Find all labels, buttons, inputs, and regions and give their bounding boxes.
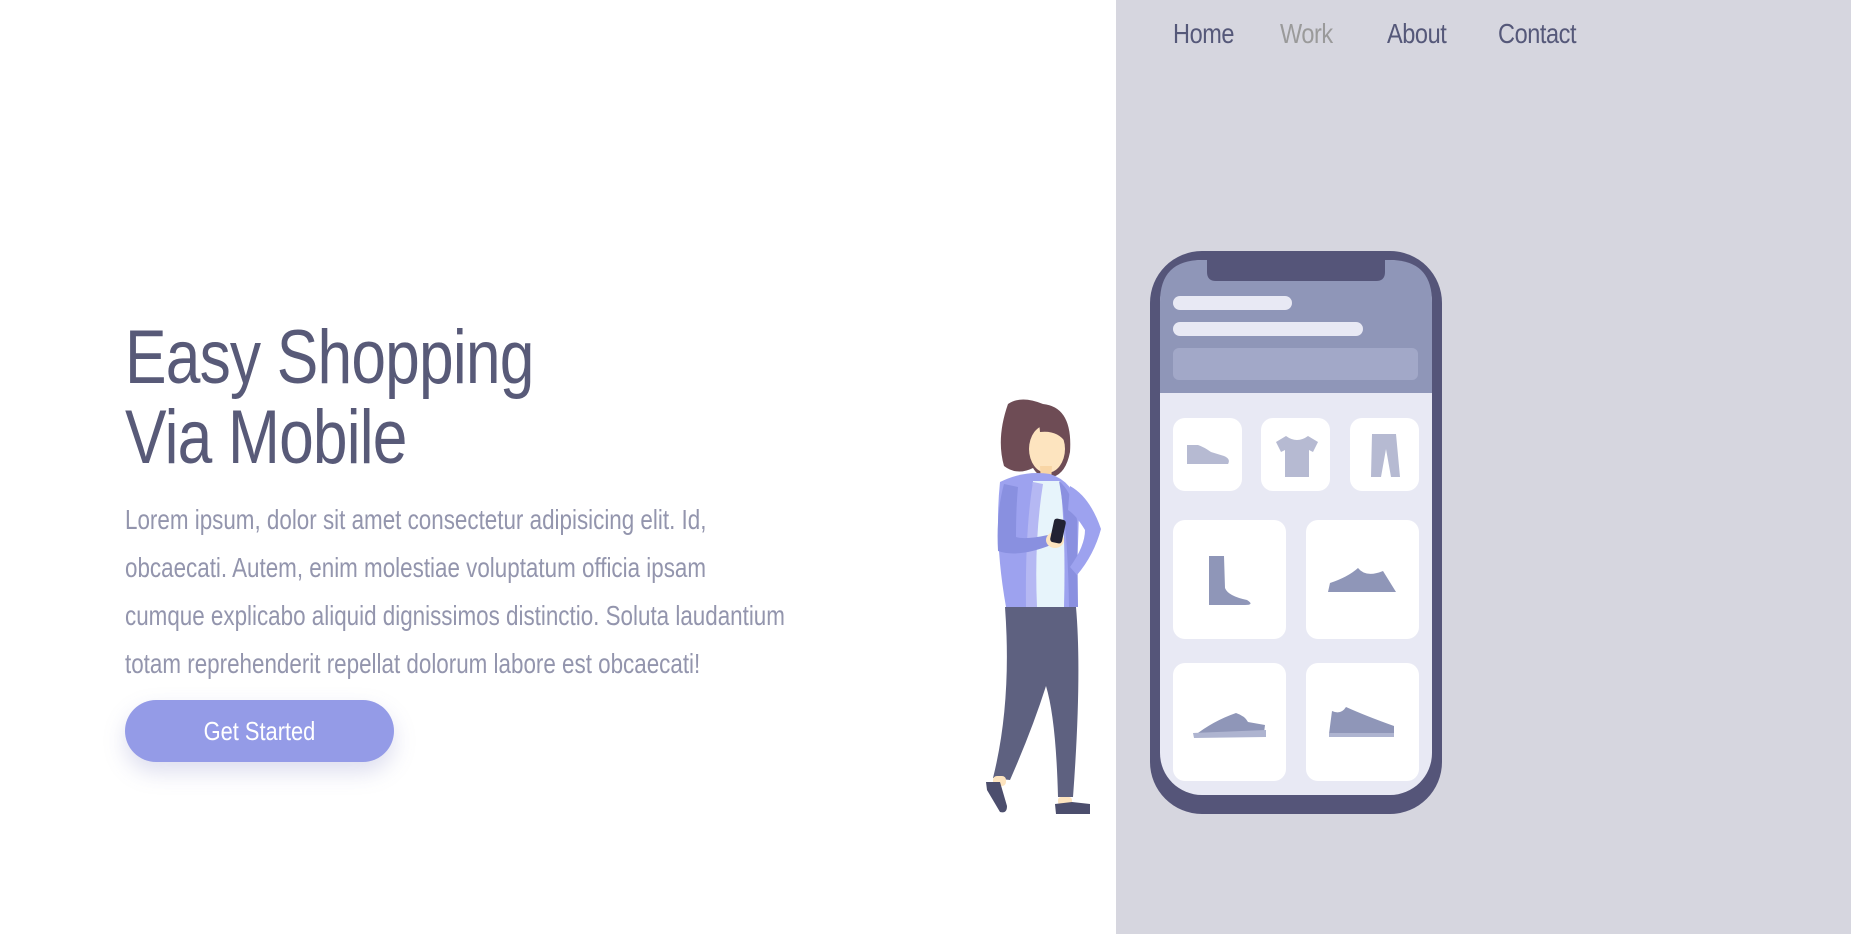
hero-title: Easy Shopping Via Mobile — [125, 318, 534, 478]
nav-home-link[interactable]: Home — [1173, 18, 1234, 50]
right-panel-background — [1116, 0, 1851, 934]
hero-title-line-1: Easy Shopping — [125, 315, 534, 400]
get-started-button[interactable]: Get Started — [125, 700, 394, 762]
landing-page: Home Work About Contact Easy Shopping Vi… — [0, 0, 1851, 934]
top-navigation: Home Work About Contact — [1173, 18, 1586, 50]
hero-description: Lorem ipsum, dolor sit amet consectetur … — [125, 504, 785, 679]
hero-title-line-2: Via Mobile — [125, 395, 407, 480]
nav-contact-link[interactable]: Contact — [1498, 18, 1577, 50]
get-started-label: Get Started — [203, 715, 316, 746]
woman-icon — [986, 399, 1101, 814]
nav-work-link[interactable]: Work — [1280, 18, 1333, 50]
nav-about-link[interactable]: About — [1387, 18, 1447, 50]
